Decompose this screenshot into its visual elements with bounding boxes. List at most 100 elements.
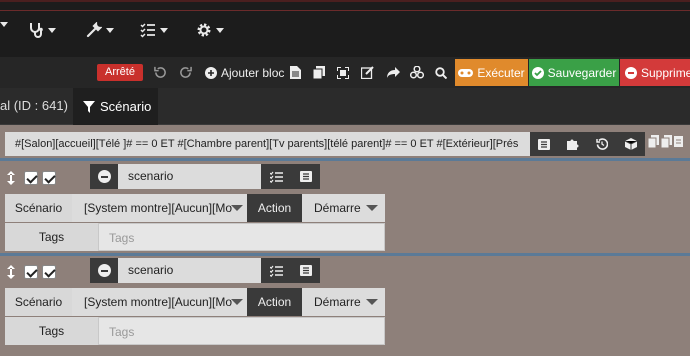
condition-expression[interactable]: #[Salon][accueil][Télé ]# == 0 ET #[Cham… [5,132,530,156]
nav-menu-tools[interactable] [86,22,114,38]
enable-checkbox[interactable] [24,171,38,185]
redo-button[interactable] [179,57,192,88]
check-circle-icon [531,66,544,79]
remove-action-button[interactable] [90,258,118,283]
top-navbar [0,0,690,57]
tabs-bar: al (ID : 641) Scénario [0,88,690,125]
chevron-down-icon [160,27,168,33]
file-icon [290,66,301,79]
scenario-toolbar: Arrêté Ajouter bloc Exécuter Sauvegarder… [0,57,690,88]
remove-action-button[interactable] [90,164,118,189]
block-separator [0,253,690,256]
save-label: Sauvegarder [547,65,617,80]
move-vertical-icon[interactable] [6,265,16,279]
log-checkbox[interactable] [42,265,56,279]
search-icon [435,66,447,79]
tab-general[interactable]: al (ID : 641) [0,98,68,113]
nav-menu-list[interactable] [140,22,168,38]
undo-icon [154,66,166,78]
gear-icon [197,23,211,37]
cut-block-icon[interactable] [674,135,685,148]
scenario-select[interactable]: [System montre][Aucun][Mo [72,194,252,222]
action-label: Action [247,288,302,316]
action-name-tools [261,258,320,283]
cubes-icon [410,66,424,79]
scenario-label: Scénario [5,288,72,316]
condition-actions [530,132,645,156]
tags-label: Tags [5,317,98,345]
delete-button[interactable]: Supprimer [620,59,690,86]
list-icon[interactable] [538,138,551,150]
minus-circle-icon [625,66,637,79]
share-button[interactable] [387,57,400,88]
search-button[interactable] [435,57,447,88]
cube-icon[interactable] [624,138,637,150]
tags-label: Tags [5,223,98,251]
navbar-divider [0,10,690,11]
move-vertical-icon[interactable] [6,171,16,185]
tab-scenario[interactable]: Scénario [73,88,158,125]
scenario-editor: #[Salon][accueil][Télé ]# == 0 ET #[Cham… [0,125,690,356]
list-icon[interactable] [299,265,312,276]
execute-button[interactable]: Exécuter [455,59,528,86]
edit-button[interactable] [361,57,374,88]
copy-icon [313,66,325,79]
chevron-down-icon [48,27,56,33]
share-icon [387,66,400,78]
list-check-icon[interactable] [269,171,283,183]
list-check-icon [140,23,155,38]
scenario-action-row: Scénario [System montre][Aucun][Mo Actio… [5,288,385,316]
expand-button[interactable] [337,57,349,88]
nav-menu-partial[interactable] [0,22,8,27]
redo-icon [180,66,192,78]
wrench-icon [86,22,102,38]
paste-block-icon[interactable] [661,135,672,148]
list-icon[interactable] [299,171,312,182]
clipboard-actions [648,135,685,148]
nav-menu-health[interactable] [28,22,56,38]
log-button[interactable] [290,57,301,88]
chevron-down-icon [106,27,114,33]
action-name-field[interactable]: scenario [118,258,261,283]
tags-row: Tags Tags [5,317,385,345]
history-icon[interactable] [596,138,608,150]
add-block-label: Ajouter bloc [221,65,285,80]
block-separator [0,158,690,161]
enable-checkbox[interactable] [24,265,38,279]
tags-input[interactable]: Tags [98,223,385,251]
tags-input[interactable]: Tags [98,317,385,345]
copy-button[interactable] [313,57,325,88]
delete-label: Supprimer [641,65,690,80]
log-checkbox[interactable] [42,171,56,185]
puzzle-icon[interactable] [567,138,579,150]
tab-scenario-label: Scénario [100,99,152,114]
action-label: Action [247,194,302,222]
chevron-down-icon [231,205,243,211]
tags-row: Tags Tags [5,223,385,251]
undo-button[interactable] [154,57,167,88]
stethoscope-icon [30,23,43,38]
scenario-label: Scénario [5,194,72,222]
action-name-field[interactable]: scenario [118,164,261,189]
gamepad-icon [458,68,474,77]
expand-icon [337,66,349,79]
add-block-button[interactable]: Ajouter bloc [205,57,284,88]
action-name-tools [261,164,320,189]
minus-circle-icon [97,170,111,183]
plus-circle-icon [205,66,217,79]
scenario-select[interactable]: [System montre][Aucun][Mo [72,288,252,316]
templates-button[interactable] [410,57,424,88]
chevron-down-icon [216,27,224,33]
filter-icon [83,100,95,113]
status-badge: Arrêté [97,64,143,81]
list-check-icon[interactable] [269,265,283,277]
scenario-action-row: Scénario [System montre][Aucun][Mo Actio… [5,194,385,222]
nav-menu-settings[interactable] [196,22,224,38]
chevron-down-icon [366,205,378,211]
minus-circle-icon [97,264,111,277]
copy-block-icon[interactable] [648,135,659,148]
edit-icon [361,66,374,79]
chevron-down-icon [231,299,243,305]
chevron-down-icon [0,22,8,27]
save-button[interactable]: Sauvegarder [529,59,619,86]
